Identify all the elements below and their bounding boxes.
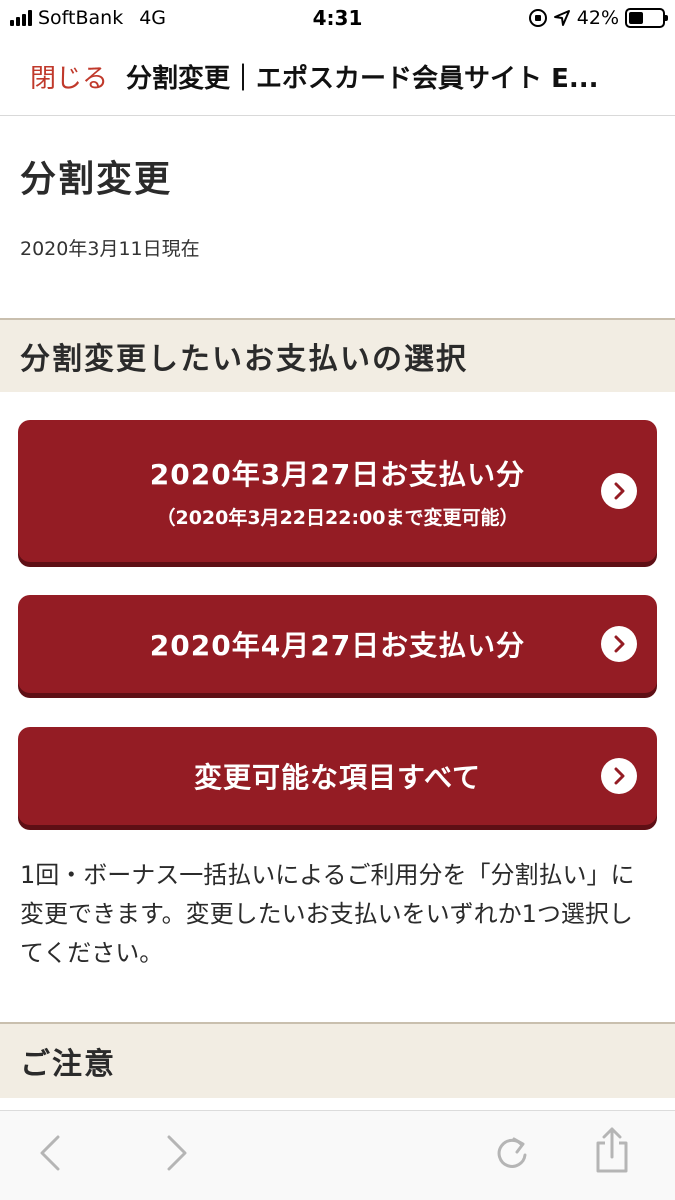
payment-option-label: 変更可能な項目すべて [194, 761, 481, 794]
caution-section-heading: ご注意 [0, 1022, 675, 1098]
close-button[interactable]: 閉じる [30, 58, 108, 95]
back-arrow-icon[interactable] [30, 1131, 74, 1179]
browser-toolbar [0, 1110, 675, 1200]
chevron-right-icon [601, 626, 637, 662]
status-right: 42% [528, 7, 668, 29]
select-section-heading: 分割変更したいお支払いの選択 [0, 318, 675, 392]
status-bar: SoftBank 4G 4:31 42% [0, 0, 675, 38]
payment-option-button-all[interactable]: 変更可能な項目すべて [18, 727, 657, 825]
payment-option-label: 2020年4月27日お支払い分 [149, 629, 526, 662]
rotation-lock-icon [528, 9, 547, 27]
reload-icon[interactable] [490, 1131, 534, 1179]
selection-description: 1回・ボーナス一括払いによるご利用分を「分割払い」に変更できます。変更したいお支… [20, 861, 635, 967]
share-icon[interactable] [590, 1125, 634, 1179]
battery-icon [625, 8, 668, 28]
chevron-right-icon [601, 473, 637, 509]
location-icon [553, 10, 570, 26]
payment-option-note: （2020年3月22日22:00まで変更可能） [156, 506, 519, 529]
nav-page-title: 分割変更｜エポスカード会員サイト E... [126, 64, 599, 94]
chevron-right-icon [601, 758, 637, 794]
payment-option-label: 2020年3月27日お支払い分 [149, 457, 526, 491]
forward-arrow-icon[interactable] [155, 1131, 199, 1179]
nav-bar: 閉じる 分割変更｜エポスカード会員サイト E... [0, 38, 675, 116]
page-title: 分割変更 [20, 159, 173, 200]
battery-percent: 42% [576, 7, 619, 29]
as-of-date: 2020年3月11日現在 [20, 238, 200, 260]
payment-option-button-2[interactable]: 2020年4月27日お支払い分 [18, 595, 657, 693]
payment-option-button-1[interactable]: 2020年3月27日お支払い分 （2020年3月22日22:00まで変更可能） [18, 420, 657, 562]
